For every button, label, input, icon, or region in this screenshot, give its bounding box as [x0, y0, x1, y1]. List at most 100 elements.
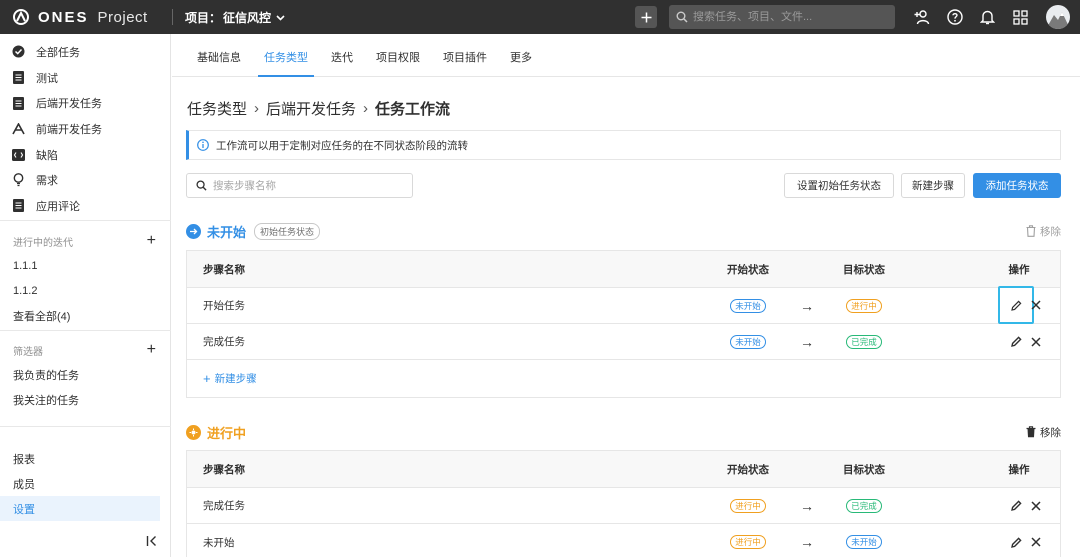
- tab-task-types[interactable]: 任务类型: [258, 49, 314, 77]
- table-row: 完成任务 未开始 → 已完成: [187, 324, 1060, 360]
- steps-table: 步骤名称 开始状态 目标状态 操作 完成任务 进行中 → 已完成 未开始 进行中…: [186, 450, 1061, 557]
- delete-icon[interactable]: [1028, 332, 1044, 352]
- sidebar-filter-item[interactable]: 我负责的任务: [0, 362, 171, 387]
- table-row: 未开始 进行中 → 未开始: [187, 524, 1060, 557]
- column-header-start-status: 开始状态: [727, 463, 769, 476]
- tab-more[interactable]: 更多: [510, 49, 532, 76]
- start-status-cell: 未开始: [727, 334, 769, 349]
- sidebar-item-label: 应用评论: [36, 200, 80, 213]
- search-icon: [676, 11, 688, 23]
- delete-icon[interactable]: [1028, 496, 1044, 516]
- add-step-link[interactable]: + 新建步骤: [203, 371, 257, 386]
- arrow-right-icon: →: [800, 534, 814, 550]
- global-search[interactable]: [669, 5, 895, 29]
- sidebar-divider: [0, 220, 171, 221]
- invite-member-icon[interactable]: [905, 0, 938, 34]
- tab-project-plugins[interactable]: 项目插件: [443, 49, 487, 76]
- add-filter-icon[interactable]: +: [147, 342, 156, 358]
- sidebar-item-reports[interactable]: 报表: [0, 446, 171, 471]
- tab-basic-info[interactable]: 基础信息: [197, 49, 241, 76]
- ones-logo-icon: [12, 8, 30, 26]
- remove-label: 移除: [1040, 225, 1061, 238]
- help-icon[interactable]: [938, 0, 971, 34]
- collapse-sidebar-icon[interactable]: [142, 531, 162, 551]
- project-sidebar: 全部任务 测试 后端开发任务 前端开发任务 缺陷 需求 应用评论 进行中的迭代 …: [0, 34, 171, 557]
- table-header-row: 步骤名称 开始状态 目标状态 操作: [187, 251, 1060, 288]
- sidebar-item-frontend-tasks[interactable]: 前端开发任务: [0, 116, 170, 142]
- filters-section-header: 筛选器 +: [0, 338, 171, 362]
- breadcrumb-item[interactable]: 任务类型: [187, 98, 247, 119]
- start-status-cell: 进行中: [727, 498, 769, 513]
- set-initial-status-button[interactable]: 设置初始任务状态: [784, 173, 894, 198]
- status-pill: 进行中: [846, 298, 882, 313]
- sidebar-item-bugs[interactable]: 缺陷: [0, 142, 170, 168]
- row-actions: [998, 323, 1044, 361]
- sidebar-item-app-reviews[interactable]: 应用评论: [0, 193, 170, 219]
- row-actions: [998, 487, 1044, 525]
- trash-icon: [1026, 225, 1036, 237]
- user-avatar[interactable]: [1046, 5, 1070, 29]
- step-name: 开始任务: [203, 300, 245, 312]
- steps-table: 步骤名称 开始状态 目标状态 操作 开始任务 未开始 → 进行中 完成任务 未开…: [186, 250, 1061, 398]
- sidebar-filter-item[interactable]: 我关注的任务: [0, 387, 171, 412]
- table-row: 开始任务 未开始 → 进行中: [187, 286, 1060, 324]
- table-header-row: 步骤名称 开始状态 目标状态 操作: [187, 451, 1060, 488]
- sidebar-item-all-tasks[interactable]: 全部任务: [0, 39, 170, 65]
- tab-project-permissions[interactable]: 项目权限: [376, 49, 420, 76]
- breadcrumb-item[interactable]: 后端开发任务: [266, 98, 356, 119]
- sidebar-divider: [0, 426, 171, 427]
- step-search[interactable]: [186, 173, 413, 198]
- search-icon: [196, 180, 207, 191]
- sidebar-item-members[interactable]: 成员: [0, 471, 171, 496]
- row-actions: [998, 523, 1044, 557]
- step-name: 完成任务: [203, 500, 245, 512]
- status-section-header: 未开始 初始任务状态 移除: [186, 220, 1062, 242]
- iterations-section-header: 进行中的迭代 +: [0, 229, 171, 253]
- new-step-button[interactable]: 新建步骤: [901, 173, 965, 198]
- step-search-input[interactable]: [213, 179, 403, 192]
- target-status-cell: 已完成: [843, 334, 885, 349]
- target-status-cell: 进行中: [843, 298, 885, 313]
- sidebar-item-requirements[interactable]: 需求: [0, 167, 170, 193]
- status-name: 未开始: [207, 224, 247, 240]
- view-all-iterations-link[interactable]: 查看全部(4): [0, 303, 171, 328]
- sidebar-item-backend-tasks[interactable]: 后端开发任务: [0, 90, 170, 116]
- step-name: 完成任务: [203, 336, 245, 348]
- sidebar-item-label: 全部任务: [36, 46, 80, 59]
- page-title: 任务工作流: [375, 101, 451, 118]
- create-button[interactable]: [635, 6, 657, 28]
- brand-product: Project: [97, 8, 148, 26]
- status-pill: 已完成: [846, 334, 882, 349]
- column-header-step-name: 步骤名称: [203, 463, 245, 476]
- sidebar-item-settings[interactable]: 设置: [0, 496, 160, 521]
- notification-bell-icon[interactable]: [971, 0, 1004, 34]
- delete-icon[interactable]: [1028, 532, 1044, 552]
- plus-icon: +: [203, 371, 211, 386]
- status-pill: 已完成: [846, 498, 882, 513]
- start-status-cell: 未开始: [727, 298, 769, 313]
- sidebar-iteration-item[interactable]: 1.1.2: [0, 278, 171, 303]
- info-icon: [197, 139, 209, 151]
- chevron-right-icon: ›: [363, 100, 369, 117]
- remove-status-button[interactable]: 移除: [1026, 224, 1061, 239]
- column-header-actions: 操作: [1008, 463, 1030, 476]
- tab-iterations[interactable]: 迭代: [331, 49, 353, 76]
- project-switcher[interactable]: 项目： 征信风控: [185, 9, 285, 26]
- brand[interactable]: ONES Project: [0, 8, 172, 26]
- sidebar-item-label: 缺陷: [36, 149, 58, 162]
- main-content: 基础信息 任务类型 迭代 项目权限 项目插件 更多 任务类型 › 后端开发任务 …: [172, 34, 1080, 557]
- global-search-input[interactable]: [693, 11, 883, 23]
- remove-status-button[interactable]: 移除: [1026, 425, 1061, 440]
- topbar-divider: [172, 9, 173, 25]
- in-progress-circle-icon: [186, 424, 201, 440]
- add-iteration-icon[interactable]: +: [147, 233, 156, 249]
- start-status-cell: 进行中: [727, 535, 769, 549]
- sidebar-iteration-item[interactable]: 1.1.1: [0, 253, 171, 278]
- sidebar-item-test[interactable]: 测试: [0, 65, 170, 91]
- doc-icon: [11, 199, 25, 213]
- apps-grid-icon[interactable]: [1004, 0, 1037, 34]
- delete-icon[interactable]: [1028, 295, 1044, 315]
- sidebar-item-label: 需求: [36, 175, 58, 188]
- add-status-button[interactable]: 添加任务状态: [973, 173, 1061, 198]
- sidebar-item-label: 后端开发任务: [36, 98, 102, 111]
